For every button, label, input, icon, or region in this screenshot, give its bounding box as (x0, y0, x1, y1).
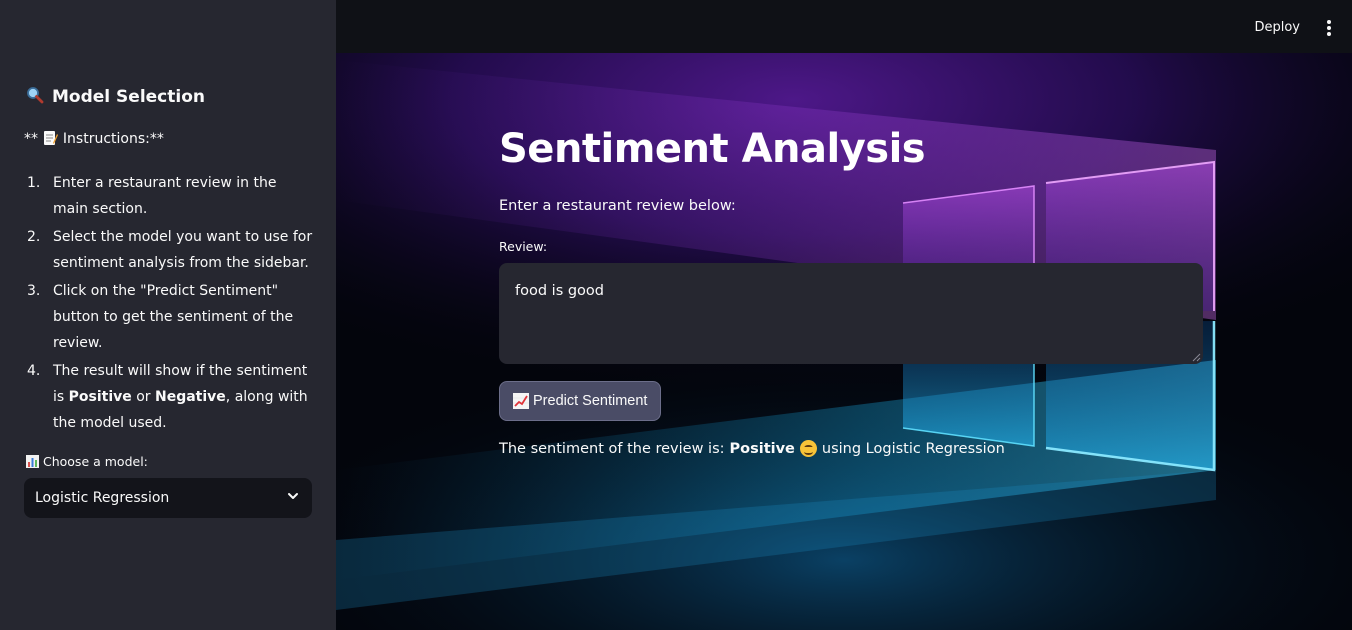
list-text: Enter a restaurant review in the main se… (53, 175, 277, 217)
model-select-value: Logistic Regression (35, 490, 170, 506)
predict-button-label: Predict Sentiment (533, 393, 648, 409)
list-number: 1. (27, 175, 41, 191)
review-text: food is good (515, 283, 605, 299)
instructions-list: 1. Enter a restaurant review in the main… (24, 170, 314, 438)
instructions-prefix: ** (24, 131, 43, 147)
kebab-menu-icon[interactable] (1324, 20, 1334, 36)
result-sentiment: Positive (729, 440, 795, 457)
list-text: Click on the "Predict Sentiment" button … (53, 283, 294, 351)
page-title: Sentiment Analysis (499, 126, 926, 172)
list-text-part: or (131, 389, 155, 405)
list-item: 4. The result will show if the sentiment… (24, 358, 314, 436)
memo-icon (42, 130, 59, 150)
instructions-title: ** Instructions:** (24, 130, 164, 150)
sidebar-heading: Model Selection (26, 86, 205, 108)
resize-handle-icon[interactable] (1192, 353, 1201, 362)
instructions-label: Instructions:** (62, 131, 164, 147)
model-select-label: Choose a model: (26, 454, 148, 471)
sidebar-heading-text: Model Selection (52, 87, 205, 107)
list-text: Select the model you want to use for sen… (53, 229, 313, 271)
bar-chart-icon (26, 455, 39, 471)
model-select[interactable]: Logistic Regression (24, 478, 312, 518)
result-prefix: The sentiment of the review is: (499, 440, 725, 457)
list-item: 2. Select the model you want to use for … (24, 224, 314, 276)
smiling-face-icon (799, 440, 817, 457)
page-subtitle: Enter a restaurant review below: (499, 198, 736, 214)
list-text: The result will show if the sentiment is… (53, 358, 314, 436)
chart-increasing-icon (513, 393, 529, 409)
sidebar: Model Selection ** Instructions:** 1. En… (0, 0, 336, 630)
deploy-button[interactable]: Deploy (1254, 20, 1300, 35)
list-item: 1. Enter a restaurant review in the main… (24, 170, 314, 222)
model-select-label-text: Choose a model: (42, 454, 148, 469)
review-textarea[interactable]: food is good (499, 263, 1203, 364)
negative-keyword: Negative (155, 389, 226, 405)
result-suffix: using Logistic Regression (821, 440, 1005, 457)
magnifying-glass-icon (26, 86, 44, 108)
list-number: 4. (27, 363, 41, 379)
list-number: 3. (27, 283, 41, 299)
positive-keyword: Positive (68, 389, 132, 405)
review-label: Review: (499, 239, 548, 254)
list-number: 2. (27, 229, 41, 245)
main-area: Deploy Sentiment Analysis Enter a restau… (336, 0, 1352, 630)
predict-sentiment-button[interactable]: Predict Sentiment (499, 381, 662, 421)
chevron-down-icon[interactable] (286, 489, 300, 507)
app-root: Model Selection ** Instructions:** 1. En… (0, 0, 1352, 630)
list-item: 3. Click on the "Predict Sentiment" butt… (24, 278, 314, 356)
top-toolbar: Deploy (336, 0, 1352, 53)
result-text: The sentiment of the review is: Positive… (499, 440, 1005, 457)
